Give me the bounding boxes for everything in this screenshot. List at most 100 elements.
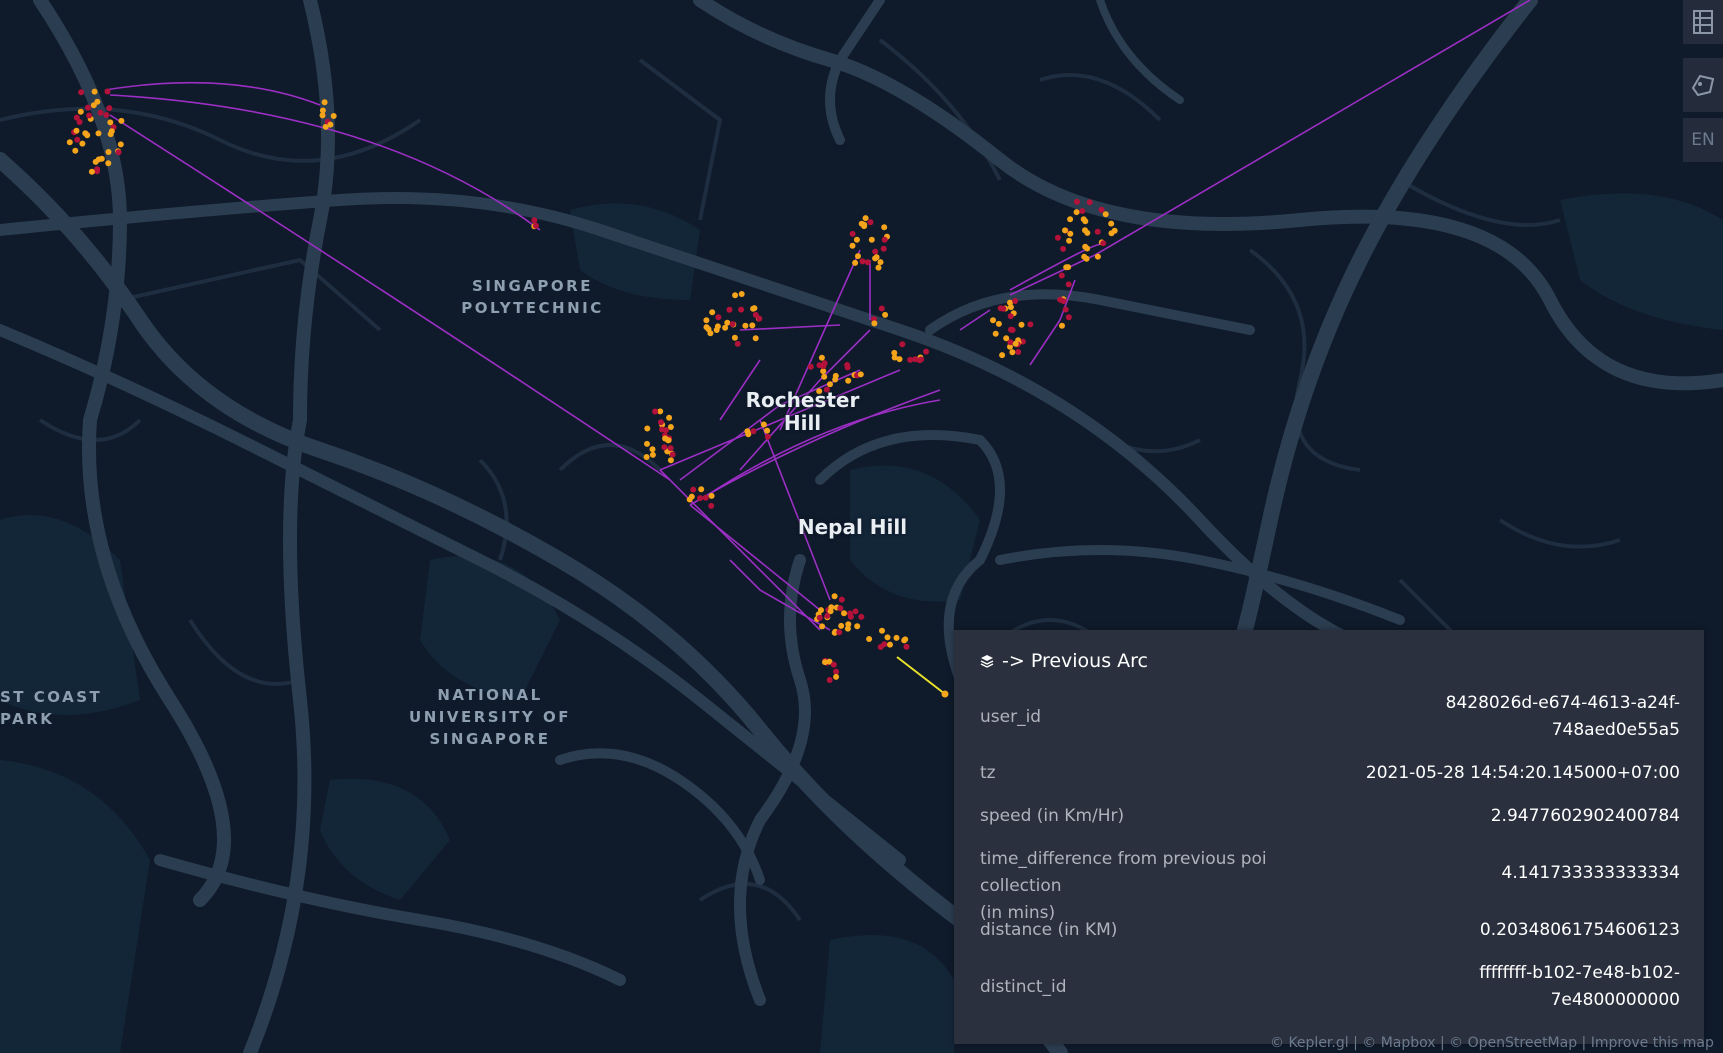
poi-point — [1058, 272, 1065, 279]
poi-point — [830, 661, 837, 668]
poi-point — [833, 668, 840, 675]
poi-point — [877, 259, 884, 266]
poi-point — [74, 136, 81, 143]
poi-point — [872, 248, 879, 255]
poi-point — [852, 608, 859, 615]
poi-point — [923, 348, 930, 355]
poi-point — [1063, 264, 1070, 271]
poi-point — [73, 127, 80, 134]
poi-point — [657, 419, 664, 426]
poi-point — [816, 614, 823, 621]
draw-polygon-button[interactable] — [1683, 58, 1723, 112]
poi-point — [1060, 298, 1067, 305]
poi-point — [76, 119, 83, 125]
tooltip-key: user_id — [980, 707, 1042, 727]
poi-point — [1060, 245, 1067, 252]
poi-point — [849, 230, 856, 237]
poi-point — [661, 444, 668, 451]
poi-point — [103, 112, 110, 118]
poi-point — [887, 641, 893, 648]
poi-point — [1007, 313, 1014, 320]
tooltip-value: 2.9477602902400784 — [1490, 806, 1680, 826]
poi-point — [1059, 322, 1065, 329]
poi-point — [688, 493, 695, 500]
poi-point — [94, 168, 100, 175]
poi-point — [738, 291, 745, 297]
poi-point — [1102, 211, 1109, 218]
poi-point — [891, 354, 898, 361]
poi-point — [1082, 243, 1089, 250]
table-icon — [1693, 10, 1713, 34]
poi-point — [868, 236, 875, 243]
poi-point — [108, 128, 115, 135]
data-table-button[interactable] — [1683, 0, 1723, 44]
poi-point — [845, 377, 852, 384]
poi-point — [321, 99, 328, 106]
poi-point — [707, 330, 714, 337]
locale-button[interactable]: EN — [1683, 118, 1723, 162]
draw-polygon-icon — [1691, 74, 1715, 97]
poi-point — [1083, 255, 1090, 262]
tooltip-row-speed: speed (in Km/Hr) 2.9477602902400784 — [980, 803, 1680, 831]
poi-point — [78, 89, 85, 96]
poi-point — [1074, 198, 1080, 205]
poi-point — [666, 414, 673, 421]
poi-point — [1003, 335, 1010, 342]
poi-point — [708, 502, 715, 509]
poi-point — [649, 451, 656, 458]
poi-point — [833, 673, 840, 680]
tooltip-key: tz — [980, 763, 996, 783]
poi-point — [644, 425, 651, 432]
locale-label: EN — [1691, 130, 1715, 150]
poi-point — [832, 372, 839, 379]
poi-point — [117, 141, 124, 148]
poi-point — [857, 371, 864, 378]
tooltip-value: 2021-05-28 14:54:20.145000+07:00 — [1365, 763, 1680, 783]
poi-point — [85, 104, 91, 111]
poi-point — [858, 613, 865, 620]
poi-point — [97, 109, 104, 116]
map-attribution[interactable]: © Kepler.gl | © Mapbox | © OpenStreetMap… — [1270, 1035, 1714, 1051]
poi-point — [1018, 321, 1025, 328]
poi-point — [1066, 237, 1073, 244]
poi-point — [831, 593, 838, 600]
poi-point — [901, 637, 908, 644]
poi-point — [880, 245, 887, 252]
poi-point — [327, 121, 334, 128]
poi-point — [1065, 314, 1072, 321]
poi-point — [871, 320, 878, 327]
poi-point — [95, 156, 102, 163]
poi-point — [732, 292, 739, 299]
poi-point — [77, 108, 84, 115]
poi-point — [853, 236, 860, 243]
tooltip-row-tz: tz 2021-05-28 14:54:20.145000+07:00 — [980, 760, 1680, 788]
poi-point — [841, 610, 847, 617]
poi-point — [864, 259, 871, 266]
poi-point — [1108, 220, 1115, 227]
poi-point — [828, 604, 835, 611]
poi-point — [1007, 299, 1013, 306]
poi-point — [1012, 340, 1019, 347]
poi-point — [836, 629, 843, 636]
poi-point — [866, 636, 873, 642]
poi-point — [818, 354, 825, 361]
poi-point — [669, 451, 676, 458]
poi-point — [104, 88, 111, 95]
poi-point — [91, 88, 98, 95]
poi-point — [715, 314, 722, 321]
poi-point — [649, 446, 656, 453]
poi-point — [698, 486, 705, 493]
poi-point — [818, 607, 824, 614]
poi-point — [531, 217, 538, 224]
poi-point — [1065, 281, 1072, 288]
poi-point — [1079, 208, 1086, 214]
label-singapore-polytechnic: SINGAPORE POLYTECHNIC — [461, 277, 604, 317]
poi-point — [826, 677, 833, 683]
poi-point — [899, 341, 906, 348]
poi-point — [819, 623, 826, 630]
poi-point — [729, 321, 736, 328]
hovered-arc-endpoint — [941, 690, 949, 698]
poi-point — [1027, 321, 1034, 328]
poi-point — [643, 454, 650, 460]
label-rochester-hill: Rochester Hill — [745, 388, 860, 435]
